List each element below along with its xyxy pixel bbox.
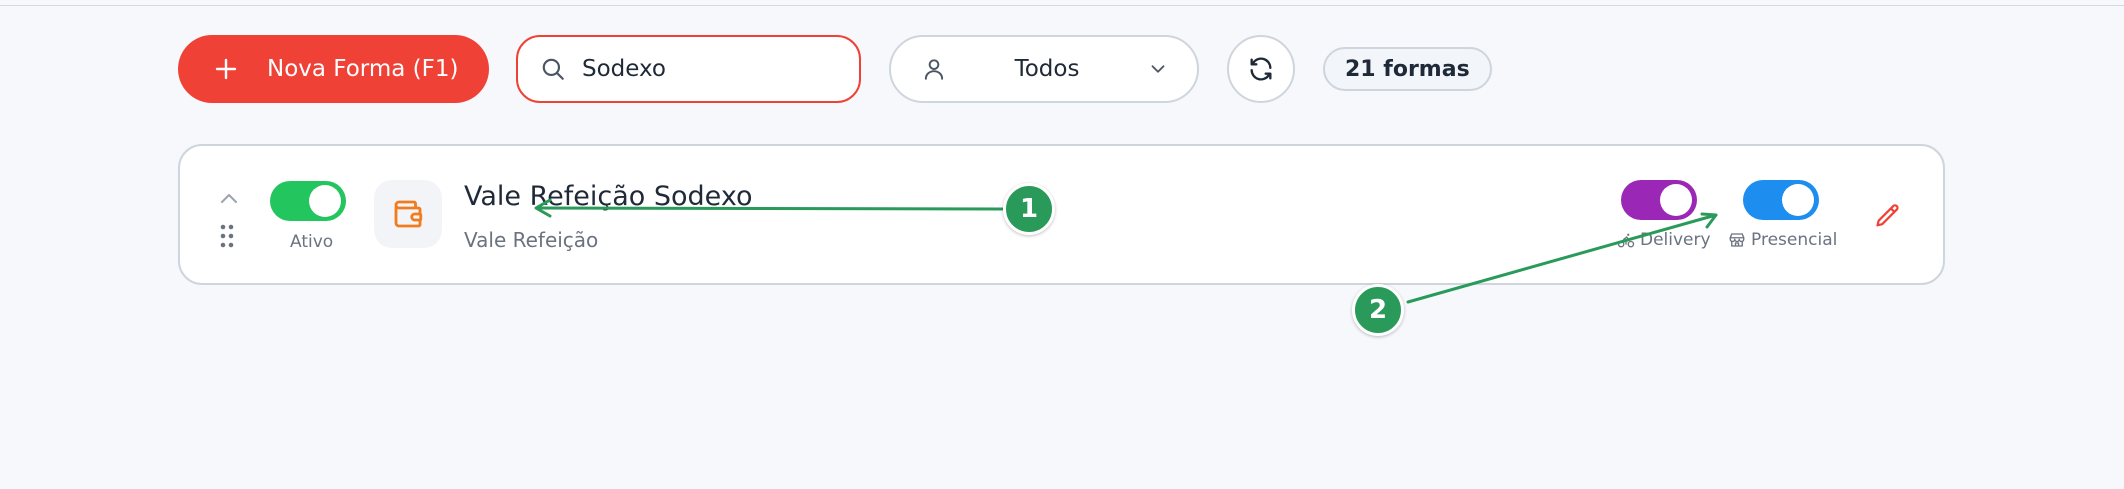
search-icon (542, 58, 564, 80)
payment-method-card: Ativo Vale Refeição Sodexo Vale Refeição… (178, 144, 1945, 285)
wallet-icon (394, 200, 423, 228)
annotation-marker-2: 2 (1352, 284, 1404, 336)
presencial-toggle[interactable] (1743, 180, 1819, 220)
new-payment-label: Nova Forma (F1) (267, 56, 459, 82)
presencial-label: Presencial (1751, 230, 1838, 250)
toggle-knob (1782, 184, 1814, 216)
annotation-marker-2-label: 2 (1368, 295, 1388, 325)
payment-name: Vale Refeição Sodexo (464, 181, 753, 212)
new-payment-button[interactable]: Nova Forma (F1) (178, 35, 489, 103)
plus-icon (215, 58, 237, 80)
chevron-up-icon[interactable] (218, 190, 240, 206)
user-icon (924, 59, 944, 80)
bike-icon (1617, 233, 1635, 248)
annotation-marker-1-label: 1 (1019, 194, 1039, 224)
chevron-down-icon (1151, 65, 1165, 73)
active-label: Ativo (290, 232, 334, 252)
search-input[interactable] (582, 56, 812, 82)
payment-type: Vale Refeição (464, 228, 599, 252)
drag-handle-icon[interactable] (220, 224, 234, 248)
refresh-button[interactable] (1227, 35, 1295, 103)
search-box[interactable] (516, 35, 861, 103)
active-toggle[interactable] (270, 181, 346, 221)
top-divider (0, 5, 2124, 6)
filter-label: Todos (1014, 56, 1080, 82)
delivery-channel-label: Delivery (1617, 230, 1711, 250)
count-label: 21 formas (1345, 56, 1470, 82)
toggle-knob (309, 185, 341, 217)
count-badge: 21 formas (1323, 47, 1492, 91)
toggle-knob (1660, 184, 1692, 216)
payment-icon-tile (374, 180, 442, 248)
delivery-toggle[interactable] (1621, 180, 1697, 220)
delivery-label: Delivery (1640, 230, 1711, 250)
filter-dropdown[interactable]: Todos (889, 35, 1199, 103)
refresh-icon (1250, 57, 1272, 81)
annotation-marker-1: 1 (1003, 183, 1055, 235)
store-icon (1729, 233, 1745, 247)
pencil-icon[interactable] (1874, 202, 1902, 230)
presencial-channel-label: Presencial (1728, 230, 1837, 250)
